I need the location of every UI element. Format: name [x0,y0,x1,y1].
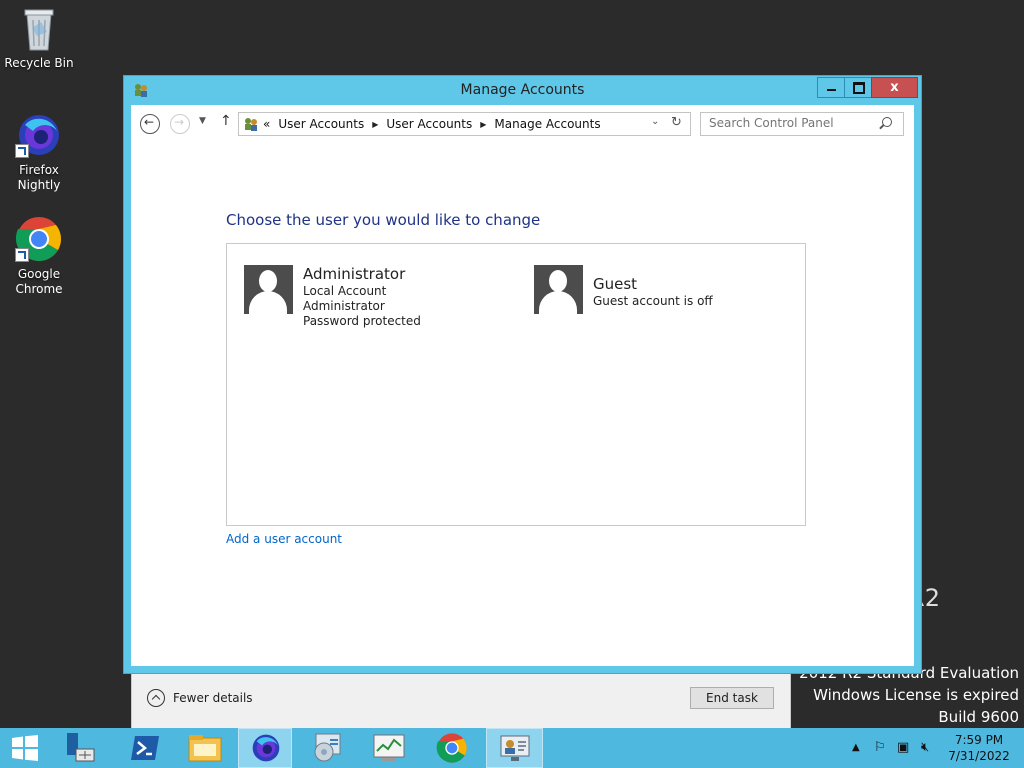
server-manager-icon [67,733,95,762]
close-button[interactable]: x [871,77,918,98]
recycle-bin-icon [24,9,54,51]
fewer-details-label: Fewer details [173,691,253,705]
desktop-icon-recycle-bin[interactable]: Recycle Bin [1,6,77,71]
back-button[interactable] [140,114,160,134]
recent-locations-dropdown[interactable]: ▼ [199,116,206,126]
breadcrumb-item[interactable]: User Accounts [278,117,364,131]
desktop-icon-google-chrome[interactable]: Google Chrome [1,215,77,297]
shortcut-arrow-icon [15,144,29,158]
desktop-icon-label: Nightly [17,178,61,192]
taskbar-user-accounts[interactable] [486,728,543,768]
task-manager-window: Fewer details End task [131,672,791,730]
manage-accounts-window: Manage Accounts x ▼ ↑ « User Accounts ▶ … [123,75,922,674]
clock-time: 7:59 PM [954,733,1004,747]
desktop-icon-label: Google [17,267,61,281]
breadcrumb-item[interactable]: Manage Accounts [494,117,600,131]
refresh-icon[interactable]: ↻ [671,115,682,130]
account-detail: Password protected [303,314,421,328]
shortcut-arrow-icon [15,248,29,262]
file-explorer-icon [188,735,222,762]
watermark-build: Build 9600 [938,708,1019,726]
network-icon[interactable]: ▣ [897,740,909,755]
search-icon[interactable] [882,117,892,127]
user-accounts-icon [500,735,530,761]
address-dropdown-icon[interactable]: ⌄ [651,116,659,127]
start-icon [12,735,38,761]
taskbar-task-manager[interactable] [362,728,416,768]
account-tile-administrator[interactable]: Administrator Local Account Administrato… [244,265,421,329]
breadcrumb: « User Accounts ▶ User Accounts ▶ Manage… [263,117,601,131]
taskbar-powershell[interactable] [118,728,172,768]
taskbar-google-chrome[interactable] [425,728,479,768]
powershell-icon [131,736,159,760]
watermark-license: Windows License is expired [813,686,1019,704]
taskbar: ▲ ⚐ ▣ 🔇︎ 7:59 PM 7/31/2022 [0,728,1024,768]
volume-muted-icon[interactable]: 🔇︎ [921,740,929,755]
forward-button[interactable] [170,114,190,134]
account-detail: Local Account [303,284,387,298]
taskbar-firefox-nightly[interactable] [238,728,292,768]
account-name: Administrator [303,265,406,283]
breadcrumb-overflow[interactable]: « [263,117,270,131]
control-panel-icon [314,733,341,762]
task-manager-icon [373,734,405,761]
taskbar-control-panel[interactable] [300,728,354,768]
system-clock[interactable]: 7:59 PM 7/31/2022 [940,732,1018,764]
window-title: Manage Accounts [460,82,585,98]
breadcrumb-separator-icon[interactable]: ▶ [372,120,378,129]
address-bar[interactable]: « User Accounts ▶ User Accounts ▶ Manage… [238,112,691,136]
show-hidden-icons-button[interactable]: ▲ [852,742,860,753]
account-tile-guest[interactable]: Guest Guest account is off [534,265,713,314]
account-name: Guest [593,275,638,293]
clock-date: 7/31/2022 [948,749,1010,763]
firefox-nightly-icon [252,734,280,762]
add-user-account-link[interactable]: Add a user account [226,532,342,546]
close-icon: x [890,80,899,95]
chevron-up-icon [147,689,165,707]
desktop-icon-label: Firefox [19,163,59,177]
chrome-icon [436,733,467,763]
fewer-details-button[interactable]: Fewer details [147,689,253,707]
desktop-icon-firefox-nightly[interactable]: Firefox Nightly [1,111,77,193]
user-accounts-icon [245,118,257,131]
search-box[interactable] [700,112,904,136]
page-title: Choose the user you would like to change [226,211,541,229]
desktop-icon-label: Chrome [15,282,63,296]
start-button[interactable] [0,728,50,768]
account-detail: Guest account is off [593,294,713,308]
search-input[interactable] [709,116,877,130]
user-avatar-icon [244,265,293,314]
minimize-button[interactable] [817,77,845,98]
title-bar[interactable]: Manage Accounts x [124,76,921,104]
end-task-button[interactable]: End task [690,687,774,709]
account-detail: Administrator [303,299,385,313]
taskbar-file-explorer[interactable] [178,728,232,768]
user-avatar-icon [534,265,583,314]
desktop-icon-label: Recycle Bin [4,56,74,70]
maximize-button[interactable] [844,77,872,98]
action-center-flag-icon[interactable]: ⚐ [874,740,886,755]
accounts-list: Administrator Local Account Administrato… [226,243,806,526]
breadcrumb-item[interactable]: User Accounts [386,117,472,131]
taskbar-server-manager[interactable] [54,728,108,768]
up-button[interactable]: ↑ [220,113,232,129]
breadcrumb-separator-icon[interactable]: ▶ [480,120,486,129]
